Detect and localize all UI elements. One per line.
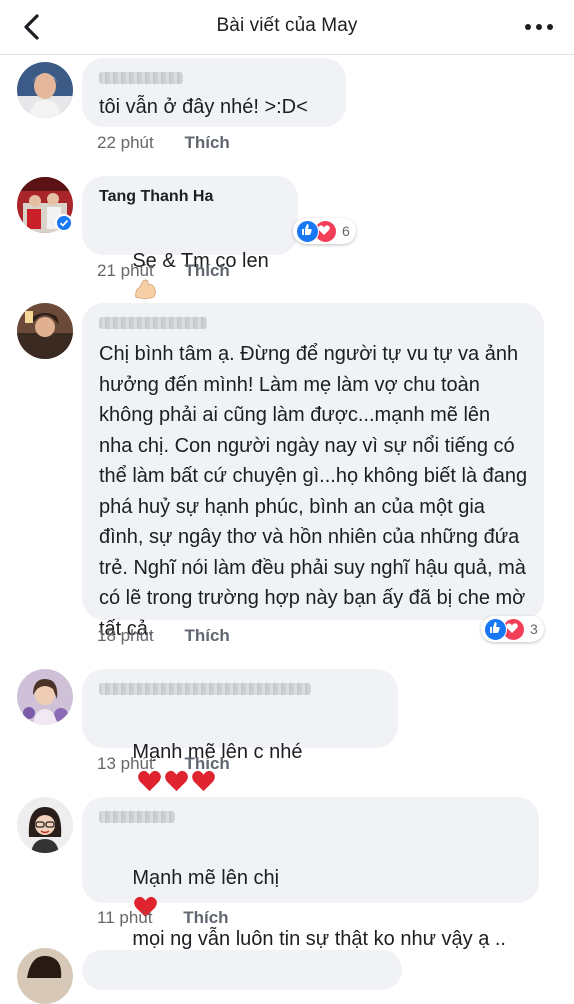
avatar[interactable]: [17, 303, 73, 359]
comment-time: 21 phút: [97, 261, 154, 280]
comment-meta: 22 phút Thích: [97, 133, 230, 153]
comment-text-content: Mạnh mẽ lên chị: [132, 867, 280, 889]
comment-time: 13 phút: [97, 754, 154, 773]
comment-bubble[interactable]: Chị bình tâm ạ. Đừng để người tự vu tự v…: [82, 303, 544, 640]
avatar[interactable]: [17, 62, 73, 118]
reactions-summary[interactable]: 3: [481, 616, 544, 642]
blurred-author-name: [99, 72, 183, 84]
comment-text-content: mọi ng vẫn luôn tin sự thật ko như vậy ạ…: [132, 928, 506, 950]
comment-bubble[interactable]: Mạnh mẽ lên c nhé: [82, 669, 398, 792]
like-button[interactable]: Thích: [184, 626, 229, 646]
blurred-author-name: [99, 683, 311, 695]
comment-bubble[interactable]: tôi vẫn ở đây nhé! >:D<: [82, 58, 346, 127]
page-title: Bài viết của May: [216, 15, 358, 36]
like-button[interactable]: Thích: [184, 133, 229, 153]
avatar[interactable]: [17, 797, 73, 853]
top-bar: Bài viết của May: [0, 0, 574, 55]
like-reaction-icon: [296, 219, 319, 243]
like-reaction-icon: [484, 617, 507, 641]
comment-meta: 13 phút Thích: [97, 754, 230, 774]
like-button[interactable]: Thích: [184, 754, 229, 774]
comment-bubble[interactable]: Tang Thanh Ha Se & Tm co len: [82, 176, 298, 300]
comment-meta: 21 phút Thích: [97, 261, 230, 281]
comment-meta: 11 phút Thích: [97, 908, 229, 928]
like-button[interactable]: Thích: [183, 908, 228, 928]
reaction-count: 6: [342, 223, 350, 239]
comment-time: 18 phút: [97, 626, 154, 645]
verified-badge-icon: [55, 214, 73, 232]
avatar[interactable]: [17, 948, 73, 1004]
avatar[interactable]: [17, 669, 73, 725]
comment-time: 22 phút: [97, 133, 154, 152]
more-options-icon[interactable]: [522, 16, 556, 38]
comment-meta: 18 phút Thích: [97, 626, 230, 646]
comment-bubble[interactable]: Mạnh mẽ lên chị mọi ng vẫn luôn tin sự t…: [82, 797, 539, 950]
comment-author[interactable]: Tang Thanh Ha: [99, 188, 282, 206]
blurred-author-name: [99, 811, 175, 823]
blurred-author-name: [99, 317, 207, 329]
like-button[interactable]: Thích: [184, 261, 229, 281]
comment-text: tôi vẫn ở đây nhé! >:D<: [99, 96, 308, 118]
comment-bubble[interactable]: [82, 950, 402, 990]
reaction-count: 3: [530, 621, 538, 637]
comment-time: 11 phút: [97, 908, 153, 927]
reactions-summary[interactable]: 6: [293, 218, 356, 244]
comment-text: Chị bình tâm ạ. Đừng để người tự vu tự v…: [99, 343, 533, 640]
